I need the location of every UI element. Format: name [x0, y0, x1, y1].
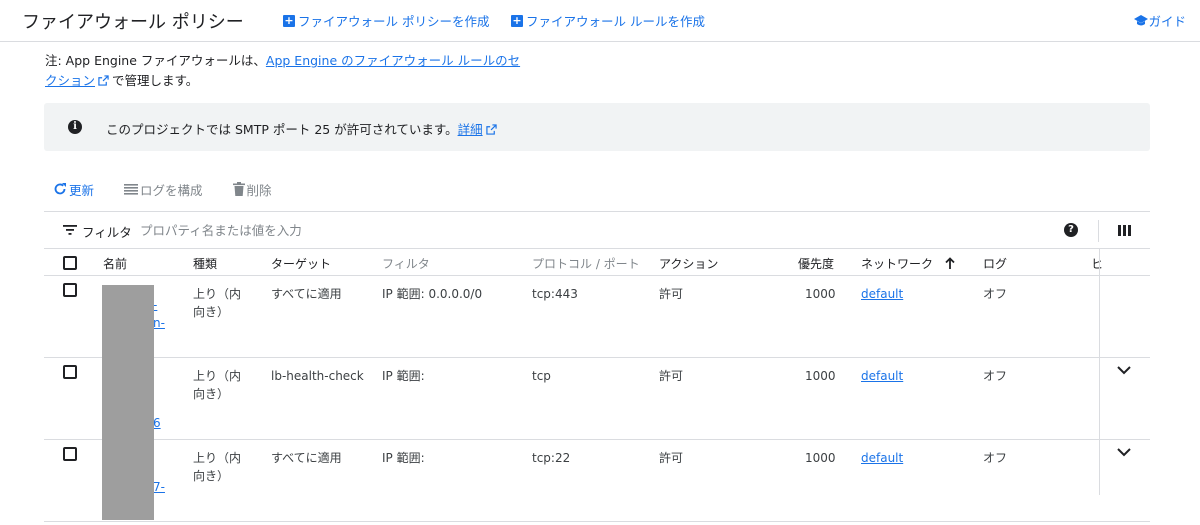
type-line: 上り（内	[193, 287, 242, 301]
action-cell: 許可	[659, 287, 684, 301]
network-cell: default	[861, 367, 903, 385]
trash-icon	[232, 182, 245, 196]
column-display-icon[interactable]	[1118, 225, 1131, 236]
network-link[interactable]: default	[861, 369, 903, 383]
create-rule-button[interactable]: + ファイアウォール ルールを作成	[511, 11, 705, 30]
refresh-icon	[53, 182, 67, 196]
firewall-rules-table: 名前 種類 ターゲット フィルタ プロトコル / ポート アクション 優先度 ネ…	[44, 249, 1150, 522]
select-all-checkbox[interactable]	[63, 256, 77, 270]
type-line: 向き）	[193, 469, 230, 483]
app-engine-note: 注: App Engine ファイアウォールは、App Engine のファイア…	[45, 51, 525, 91]
divider	[1098, 220, 1099, 242]
table-row: 6 上り（内 向き） lb-health-check IP 範囲: tcp 許可 …	[44, 358, 1150, 440]
type-line: 向き）	[193, 387, 230, 401]
col-logs[interactable]: ログ	[983, 255, 1007, 272]
type-cell: 上り（内向き）	[193, 285, 241, 321]
external-link-icon	[98, 75, 109, 86]
action-cell: 許可	[659, 369, 684, 383]
col-protocol: プロトコル / ポート	[532, 257, 640, 271]
col-name[interactable]: 名前	[103, 255, 127, 272]
chevron-down-icon[interactable]	[1117, 366, 1131, 375]
redaction-block	[102, 285, 154, 520]
banner-text: このプロジェクトでは SMTP ポート 25 が許可されています。詳細	[106, 119, 497, 138]
rule-name-link[interactable]: n-	[153, 316, 165, 330]
col-network-label: ネットワーク	[861, 257, 934, 271]
external-link-icon	[485, 124, 497, 135]
type-line: 上り（内	[193, 451, 242, 465]
refresh-button[interactable]: 更新	[53, 180, 94, 199]
filter-cell: IP 範囲:	[382, 369, 425, 383]
configure-logs-label: ログを構成	[140, 182, 203, 198]
logs-cell: オフ	[983, 287, 1008, 301]
col-type[interactable]: 種類	[193, 255, 217, 272]
list-icon	[124, 183, 139, 195]
chevron-down-icon[interactable]	[1117, 448, 1131, 457]
type-cell: 上り（内向き）	[193, 449, 241, 485]
type-line: 向き）	[193, 305, 230, 319]
delete-button[interactable]: 削除	[232, 180, 272, 199]
protocol-cell: tcp	[532, 369, 551, 383]
create-policy-label: ファイアウォール ポリシーを作成	[298, 14, 490, 29]
priority-cell: 1000	[805, 451, 836, 465]
protocol-cell: tcp:443	[532, 287, 578, 301]
action-cell: 許可	[659, 451, 684, 465]
col-targets[interactable]: ターゲット	[271, 255, 331, 272]
action-toolbar: 更新 ログを構成 削除	[44, 178, 302, 200]
sort-ascending-icon	[945, 257, 955, 269]
network-link[interactable]: default	[861, 451, 903, 465]
refresh-label: 更新	[69, 182, 95, 198]
page-header: ファイアウォール ポリシー + ファイアウォール ポリシーを作成 + ファイアウ…	[0, 0, 1200, 42]
row-checkbox[interactable]	[63, 365, 77, 379]
type-line: 上り（内	[193, 369, 242, 383]
logs-cell: オフ	[983, 369, 1008, 383]
rule-name-link[interactable]: 6	[153, 416, 161, 430]
info-icon: i	[68, 120, 82, 134]
col-network[interactable]: ネットワーク	[861, 255, 955, 272]
row-checkbox[interactable]	[63, 447, 77, 461]
network-link[interactable]: default	[861, 287, 903, 301]
create-policy-button[interactable]: + ファイアウォール ポリシーを作成	[283, 11, 489, 30]
targets-cell: lb-health-check	[271, 369, 364, 383]
learn-more-link[interactable]: 詳細	[458, 122, 483, 137]
col-action[interactable]: アクション	[659, 255, 718, 272]
add-box-icon: +	[511, 13, 523, 27]
create-rule-label: ファイアウォール ルールを作成	[526, 14, 705, 29]
rule-name-link[interactable]: 7-	[153, 480, 165, 494]
col-hits[interactable]: ヒ	[1091, 255, 1103, 272]
targets-cell: すべてに適用	[271, 287, 342, 301]
protocol-cell: tcp:22	[532, 451, 571, 465]
filter-cell: IP 範囲:	[382, 451, 425, 465]
configure-logs-button[interactable]: ログを構成	[124, 180, 203, 199]
priority-cell: 1000	[805, 369, 836, 383]
priority-cell: 1000	[805, 287, 836, 301]
banner-message: このプロジェクトでは SMTP ポート 25 が許可されています。	[106, 122, 458, 137]
table-row: - n- 上り（内 向き） すべてに適用 IP 範囲: 0.0.0.0/0 tcp…	[44, 276, 1150, 358]
filter-icon	[63, 225, 77, 235]
filter-bar: フィルタ ?	[44, 211, 1150, 249]
targets-cell: すべてに適用	[271, 451, 342, 465]
network-cell: default	[861, 285, 903, 303]
row-checkbox[interactable]	[63, 283, 77, 297]
table-header: 名前 種類 ターゲット フィルタ プロトコル / ポート アクション 優先度 ネ…	[44, 249, 1150, 276]
add-box-icon: +	[283, 13, 295, 27]
guide-label: ガイド	[1148, 14, 1186, 29]
note-suffix: で管理します。	[112, 73, 199, 88]
network-cell: default	[861, 449, 903, 467]
filter-cell: IP 範囲: 0.0.0.0/0	[382, 287, 483, 301]
delete-label: 削除	[246, 182, 272, 198]
smtp-info-banner: i このプロジェクトでは SMTP ポート 25 が許可されています。詳細	[44, 103, 1150, 151]
col-filter: フィルタ	[382, 257, 430, 271]
school-icon	[1134, 14, 1149, 25]
filter-input[interactable]	[140, 220, 740, 240]
column-divider	[1099, 249, 1100, 495]
table-row: 7- 上り（内 向き） すべてに適用 IP 範囲: tcp:22 許可 1000 …	[44, 440, 1150, 522]
help-icon[interactable]: ?	[1064, 223, 1078, 237]
logs-cell: オフ	[983, 451, 1008, 465]
note-prefix: 注: App Engine ファイアウォールは、	[45, 53, 266, 68]
type-cell: 上り（内向き）	[193, 367, 241, 403]
col-priority[interactable]: 優先度	[798, 255, 834, 272]
filter-label: フィルタ	[82, 225, 132, 240]
page-title: ファイアウォール ポリシー	[22, 12, 244, 33]
guide-button[interactable]: ガイド	[1134, 11, 1186, 30]
